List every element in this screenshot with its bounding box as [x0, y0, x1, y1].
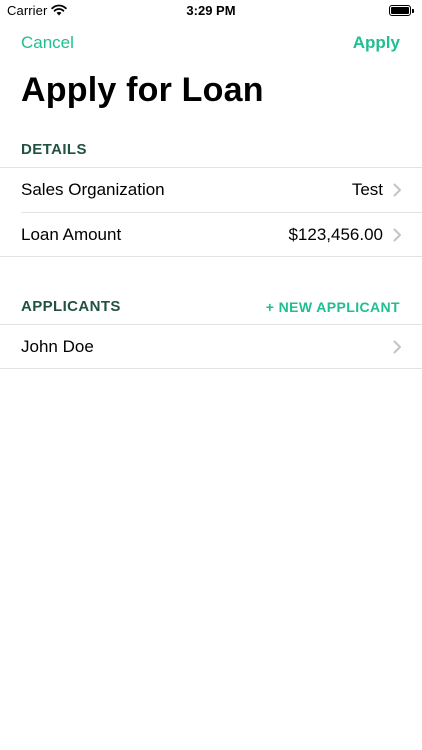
loan-amount-row[interactable]: Loan Amount $123,456.00 — [0, 213, 422, 257]
chevron-right-icon — [393, 340, 401, 354]
screen: Carrier 3:29 PM Cancel Apply Apply for L… — [0, 0, 422, 750]
chevron-right-icon — [393, 228, 401, 242]
loan-amount-label: Loan Amount — [21, 225, 122, 244]
page-title: Apply for Loan — [21, 71, 264, 109]
battery-icon — [389, 5, 414, 16]
applicant-row[interactable]: John Doe — [0, 325, 422, 369]
details-section-header: DETAILS — [21, 141, 87, 158]
applicant-name: John Doe — [21, 337, 94, 356]
loan-amount-value: $123,456.00 — [288, 225, 383, 244]
sales-organization-value: Test — [351, 180, 383, 199]
cancel-button[interactable]: Cancel — [21, 33, 74, 53]
status-bar: Carrier 3:29 PM — [0, 0, 422, 22]
applicants-section-header: APPLICANTS — [21, 298, 121, 315]
sales-organization-row[interactable]: Sales Organization Test — [0, 168, 422, 212]
separator — [0, 368, 422, 369]
clock-time: 3:29 PM — [186, 3, 236, 18]
separator — [0, 256, 422, 257]
sales-organization-label: Sales Organization — [21, 180, 165, 199]
new-applicant-button[interactable]: + NEW APPLICANT — [266, 299, 400, 315]
chevron-right-icon — [393, 183, 401, 197]
apply-button[interactable]: Apply — [353, 33, 400, 53]
